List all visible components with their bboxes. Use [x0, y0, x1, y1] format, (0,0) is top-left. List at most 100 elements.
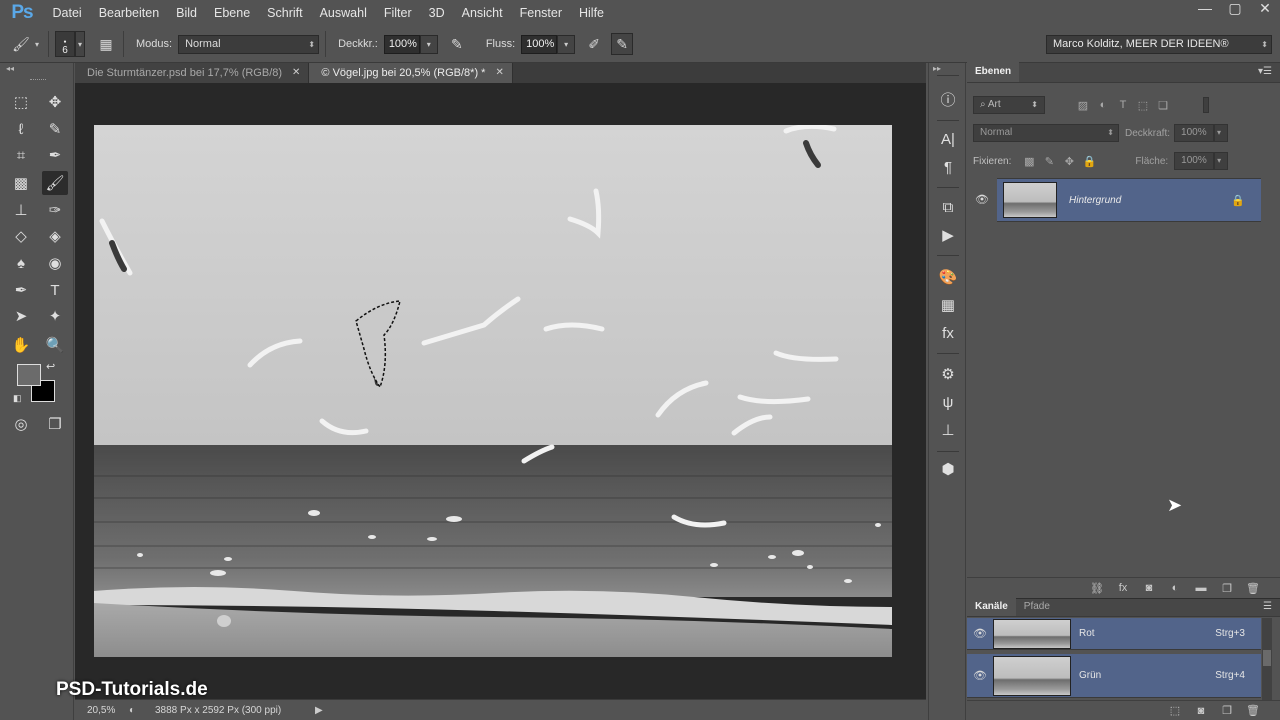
pressure-opacity-icon[interactable]: ✎: [446, 33, 468, 55]
dodge-tool-icon[interactable]: ◉: [42, 251, 68, 275]
paragraph-panel-icon[interactable]: ¶: [935, 155, 961, 179]
status-icon[interactable]: ◐: [129, 705, 155, 716]
healing-brush-tool-icon[interactable]: ▩: [8, 171, 34, 195]
menu-3d[interactable]: 3D: [420, 0, 453, 26]
hand-tool-icon[interactable]: ✋: [8, 333, 34, 357]
zoom-tool-icon[interactable]: 🔍: [42, 333, 68, 357]
expand-arrows-icon[interactable]: ▸▸: [933, 64, 941, 73]
close-button[interactable]: ✕: [1250, 0, 1280, 16]
menu-bearbeiten[interactable]: Bearbeiten: [90, 0, 167, 26]
filter-toggle[interactable]: [1203, 97, 1209, 113]
blend-mode-select[interactable]: Normal ⬍: [973, 124, 1119, 142]
channel-row-rot[interactable]: 👁 Rot Strg+3: [967, 618, 1261, 650]
tab-ebenen[interactable]: Ebenen: [967, 62, 1020, 82]
canvas-image[interactable]: [94, 125, 892, 657]
close-icon[interactable]: ✕: [292, 63, 300, 83]
blur-tool-icon[interactable]: ♠: [8, 251, 34, 275]
tab-pfade[interactable]: Pfade: [1016, 598, 1058, 616]
link-layers-icon[interactable]: ⛓: [1084, 582, 1110, 595]
zoom-level[interactable]: 20,5%: [87, 705, 129, 716]
lasso-tool-icon[interactable]: ℓ: [8, 117, 34, 141]
menu-schrift[interactable]: Schrift: [259, 0, 311, 26]
scrollbar-thumb[interactable]: [1263, 650, 1271, 666]
brush-size-picker[interactable]: ● 6: [55, 31, 75, 57]
swatches-panel-icon[interactable]: ▦: [935, 293, 961, 317]
adjustment-layer-icon[interactable]: ◐: [1162, 582, 1188, 594]
tab-voegel[interactable]: © Vögel.jpg bei 20,5% (RGB/8*) * ✕: [309, 63, 513, 83]
collapse-arrows-icon[interactable]: ◂◂: [6, 64, 14, 73]
default-colors-icon[interactable]: ◧: [13, 393, 22, 404]
menu-ansicht[interactable]: Ansicht: [453, 0, 511, 26]
menu-ebene[interactable]: Ebene: [206, 0, 259, 26]
new-layer-icon[interactable]: ❐: [1214, 582, 1240, 595]
workspace-select[interactable]: Marco Kolditz, MEER DER IDEEN® ⬍: [1046, 34, 1272, 54]
layer-row-hintergrund[interactable]: 👁 Hintergrund 🔒: [967, 178, 1261, 222]
type-filter-icon[interactable]: T: [1113, 96, 1133, 114]
type-tool-icon[interactable]: T: [42, 278, 68, 302]
tab-kanaele[interactable]: Kanäle: [967, 598, 1016, 616]
channels-scrollbar[interactable]: [1262, 618, 1272, 700]
move-tool-icon[interactable]: ✥: [42, 90, 68, 114]
lock-all-icon[interactable]: 🔒: [1079, 152, 1099, 170]
layer-opacity-dropdown-icon[interactable]: ▾: [1214, 124, 1229, 142]
shape-filter-icon[interactable]: ⬚: [1133, 96, 1153, 114]
channel-row-gruen[interactable]: 👁 Grün Strg+4: [967, 654, 1261, 698]
color-panel-icon[interactable]: 🎨: [935, 265, 961, 289]
mode-select[interactable]: Normal ⬍: [178, 34, 320, 54]
status-menu-arrow-icon[interactable]: ▶: [315, 705, 323, 716]
marquee-tool-icon[interactable]: ⬚: [8, 90, 34, 114]
visibility-eye-icon[interactable]: 👁: [967, 669, 993, 682]
close-icon[interactable]: ✕: [495, 63, 503, 83]
foreground-color-swatch[interactable]: [17, 364, 41, 386]
lock-transparent-icon[interactable]: ▩: [1019, 152, 1039, 170]
styles-panel-icon[interactable]: fx: [935, 321, 961, 345]
character-panel-icon[interactable]: A|: [935, 127, 961, 151]
smart-object-filter-icon[interactable]: ❏: [1153, 96, 1173, 114]
load-selection-icon[interactable]: ⬚: [1162, 704, 1188, 717]
adjustment-filter-icon[interactable]: ◐: [1093, 96, 1113, 114]
history-brush-tool-icon[interactable]: ✑: [42, 198, 68, 222]
3d-panel-icon[interactable]: ⬢: [935, 457, 961, 481]
brush-preset-icon[interactable]: 🖌: [10, 33, 32, 55]
actions-panel-icon[interactable]: ▶: [935, 223, 961, 247]
pen-tool-icon[interactable]: ✒: [8, 278, 34, 302]
adjustments-panel-icon[interactable]: ⚙: [935, 362, 961, 386]
brush-preset-dropdown-icon[interactable]: ▾: [32, 35, 42, 54]
tab-sturmtaenzer[interactable]: Die Sturmtänzer.psd bei 17,7% (RGB/8) ✕: [75, 63, 310, 83]
add-mask-icon[interactable]: ◙: [1136, 582, 1162, 594]
paint-bucket-tool-icon[interactable]: ◈: [42, 224, 68, 248]
panel-menu-icon[interactable]: ☰: [1263, 598, 1280, 616]
pressure-size-icon[interactable]: ✎: [611, 33, 634, 55]
airbrush-icon[interactable]: ✐: [583, 33, 605, 55]
brush-size-dropdown-icon[interactable]: ▾: [75, 31, 85, 57]
menu-fenster[interactable]: Fenster: [511, 0, 570, 26]
info-panel-icon[interactable]: ⓘ: [935, 87, 961, 111]
flow-input[interactable]: 100%: [521, 34, 558, 54]
menu-hilfe[interactable]: Hilfe: [571, 0, 613, 26]
pixel-filter-icon[interactable]: ▨: [1073, 96, 1093, 114]
save-selection-icon[interactable]: ◙: [1188, 705, 1214, 717]
flow-dropdown-icon[interactable]: ▾: [557, 34, 576, 54]
new-channel-icon[interactable]: ❐: [1214, 704, 1240, 717]
brush-panel-toggle-icon[interactable]: ▦: [95, 33, 117, 55]
menu-datei[interactable]: Datei: [44, 0, 90, 26]
screen-mode-icon[interactable]: ❐: [42, 412, 68, 436]
visibility-eye-icon[interactable]: 👁: [967, 627, 993, 640]
fill-dropdown-icon[interactable]: ▾: [1214, 152, 1229, 170]
brush-presets-panel-icon[interactable]: ψ: [935, 390, 961, 414]
delete-channel-icon[interactable]: 🗑: [1240, 704, 1266, 717]
fill-input[interactable]: 100%: [1174, 152, 1215, 170]
clone-stamp-tool-icon[interactable]: ⊥: [8, 198, 34, 222]
path-selection-tool-icon[interactable]: ➤: [8, 304, 34, 328]
opacity-dropdown-icon[interactable]: ▾: [419, 34, 438, 54]
swap-colors-icon[interactable]: ↩: [46, 360, 55, 373]
minimize-button[interactable]: —: [1190, 0, 1220, 16]
brush-tool-icon[interactable]: 🖌: [42, 171, 68, 195]
eraser-tool-icon[interactable]: ◇: [8, 224, 34, 248]
layer-opacity-input[interactable]: 100%: [1174, 124, 1215, 142]
history-panel-icon[interactable]: ⧉: [935, 195, 961, 219]
new-group-icon[interactable]: ▬: [1188, 582, 1214, 594]
visibility-eye-icon[interactable]: 👁: [967, 178, 997, 222]
clone-source-panel-icon[interactable]: ⊥: [935, 418, 961, 442]
opacity-input[interactable]: 100%: [383, 34, 420, 54]
